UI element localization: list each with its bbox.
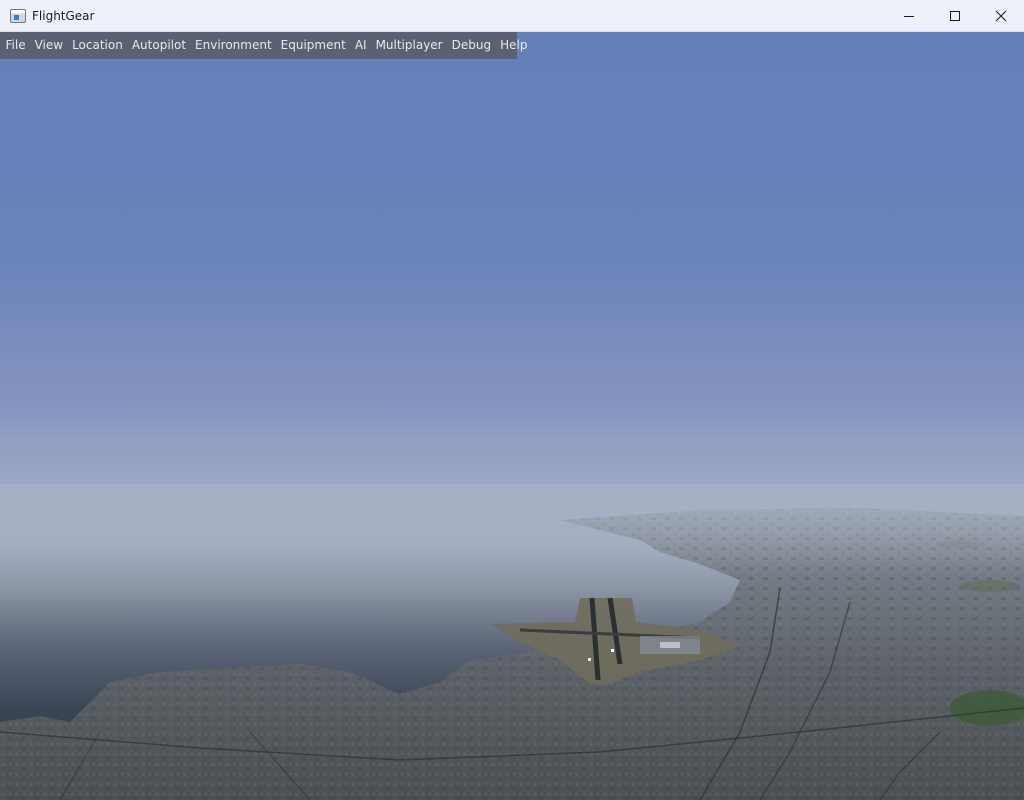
menu-equipment[interactable]: Equipment (276, 32, 350, 59)
menu-ai[interactable]: AI (350, 32, 371, 59)
window-title: FlightGear (32, 8, 95, 23)
close-icon (995, 10, 1007, 22)
maximize-button[interactable] (932, 0, 978, 32)
menu-file[interactable]: File (1, 32, 30, 59)
minimize-button[interactable] (886, 0, 932, 32)
title-bar[interactable]: FlightGear (0, 0, 1024, 32)
menu-debug[interactable]: Debug (447, 32, 495, 59)
maximize-icon (950, 11, 960, 21)
menu-multiplayer[interactable]: Multiplayer (371, 32, 447, 59)
menu-view[interactable]: View (30, 32, 67, 59)
menu-autopilot[interactable]: Autopilot (127, 32, 190, 59)
menu-bar: File View Location Autopilot Environment… (0, 32, 527, 59)
menu-environment[interactable]: Environment (191, 32, 277, 59)
simulator-viewport[interactable] (0, 32, 1024, 800)
minimize-icon (904, 16, 914, 17)
aerial-scenery (0, 32, 1024, 800)
window-controls (886, 0, 1024, 32)
flightgear-window: FlightGear File View Location Autopilot … (0, 0, 1024, 800)
menu-location[interactable]: Location (68, 32, 128, 59)
flightgear-app-icon[interactable] (10, 8, 26, 23)
menu-help[interactable]: Help (496, 32, 532, 59)
close-button[interactable] (978, 0, 1024, 32)
